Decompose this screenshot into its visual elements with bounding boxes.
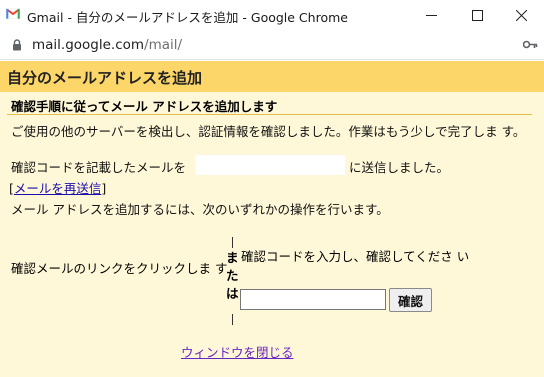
add-email-dialog: 自分のメールアドレスを追加 確認手順に従ってメール アドレスを追加します ご使用… (0, 61, 544, 377)
or-divider-bottom (232, 314, 233, 325)
code-sent-text-prefix: 確認コードを記載したメールを (11, 160, 187, 175)
maximize-icon (471, 9, 483, 21)
dialog-title: 自分のメールアドレスを追加 (7, 69, 203, 87)
minimize-button[interactable] (408, 0, 454, 30)
or-divider-top (232, 237, 233, 248)
chrome-title-bar: Gmail - 自分のメールアドレスを追加 - Google Chrome (0, 0, 544, 30)
key-icon[interactable] (523, 40, 538, 49)
resend-email-link[interactable]: メールを再送信 (14, 181, 102, 196)
close-icon (515, 9, 527, 21)
option-enter-code-text: 確認コードを入力し、確認してくださ い (241, 249, 470, 264)
resend-close-bracket: ] (101, 181, 107, 196)
close-window-link[interactable]: ウィンドウを閉じる (181, 342, 294, 361)
minimize-icon (425, 14, 437, 16)
verify-button[interactable]: 確認 (389, 288, 432, 312)
verification-status-text: ご使用の他のサーバーを検出し、認証情報を確認しました。作業はもう少しで完了しま … (11, 124, 526, 139)
window-title: Gmail - 自分のメールアドレスを追加 - Google Chrome (27, 10, 348, 25)
instructions-text: メール アドレスを追加するには、次のいずれかの操作を行います。 (11, 202, 389, 217)
or-label: ま た は (226, 250, 239, 301)
section-title: 確認手順に従ってメール アドレスを追加します (11, 99, 278, 114)
close-window-button[interactable] (498, 0, 544, 30)
url-text[interactable]: mail.google.com/mail/ (32, 37, 182, 53)
address-bar[interactable]: mail.google.com/mail/ (0, 30, 544, 60)
redacted-email-address (195, 155, 345, 175)
code-sent-text-suffix: に送信しました。 (349, 160, 450, 175)
url-host: mail.google.com (32, 37, 145, 53)
url-path: /mail/ (144, 37, 183, 53)
section-divider (7, 114, 532, 115)
gmail-icon (6, 8, 20, 19)
dialog-header: 自分のメールアドレスを追加 (0, 61, 544, 92)
resend-wrapper: [メールを再送信] (9, 178, 106, 197)
maximize-button[interactable] (454, 0, 500, 30)
lock-icon[interactable] (12, 39, 22, 51)
option-click-link-text: 確認メールのリンクをクリックしま す (11, 261, 228, 276)
verification-code-input[interactable] (240, 289, 386, 310)
